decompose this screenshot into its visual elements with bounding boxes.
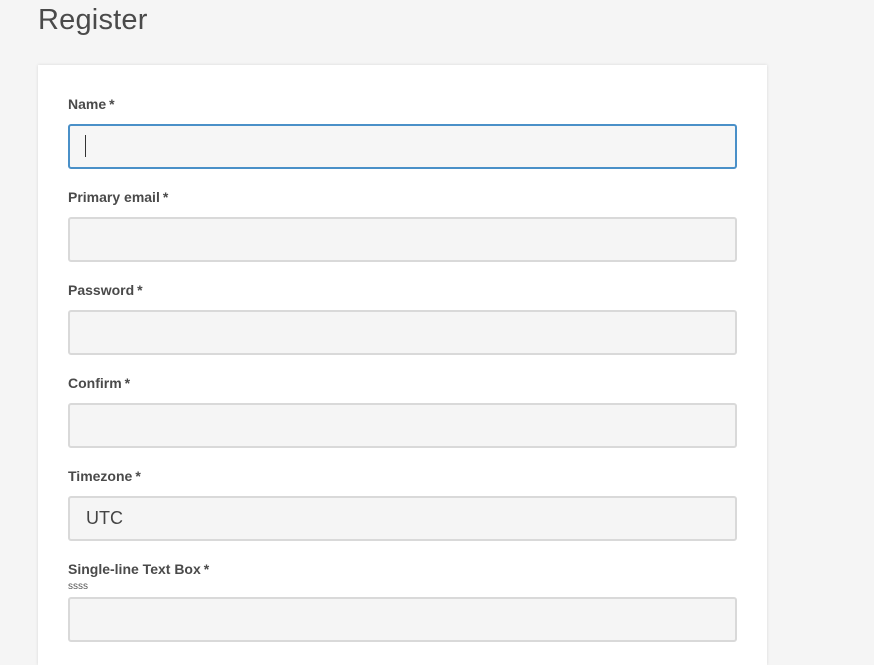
required-marker: * (109, 96, 115, 112)
primary-email-input[interactable] (68, 217, 737, 262)
confirm-label: Confirm * (68, 374, 737, 392)
timezone-label: Timezone * (68, 467, 737, 485)
name-label: Name * (68, 95, 737, 113)
password-label: Password * (68, 281, 737, 299)
primary-email-label: Primary email * (68, 188, 737, 206)
name-field-group: Name * (68, 95, 737, 169)
primary-email-label-text: Primary email (68, 189, 160, 205)
required-marker: * (124, 375, 131, 391)
confirm-label-text: Confirm (68, 375, 122, 391)
single-line-text-hint: ssss (68, 581, 88, 592)
required-marker: * (137, 282, 143, 298)
required-marker: * (203, 561, 210, 577)
single-line-text-input[interactable] (68, 597, 737, 642)
timezone-label-text: Timezone (68, 468, 133, 484)
confirm-password-input[interactable] (68, 403, 737, 448)
required-marker: * (162, 189, 169, 205)
single-line-text-label-text: Single-line Text Box (68, 561, 201, 577)
timezone-input[interactable] (68, 496, 737, 541)
register-form-card: Name * Primary email * Password * Confirm * … (38, 65, 767, 665)
password-label-text: Password (68, 282, 135, 298)
single-line-text-label: Single-line Text Box * (68, 560, 737, 578)
timezone-field-group: Timezone * (68, 467, 737, 541)
page-title: Register (38, 4, 148, 36)
name-input[interactable] (68, 124, 737, 169)
name-label-text: Name (68, 96, 107, 112)
password-field-group: Password * (68, 281, 737, 355)
primary-email-field-group: Primary email * (68, 188, 737, 262)
confirm-field-group: Confirm * (68, 374, 737, 448)
password-input[interactable] (68, 310, 737, 355)
text-cursor (85, 135, 86, 157)
required-marker: * (135, 468, 141, 484)
